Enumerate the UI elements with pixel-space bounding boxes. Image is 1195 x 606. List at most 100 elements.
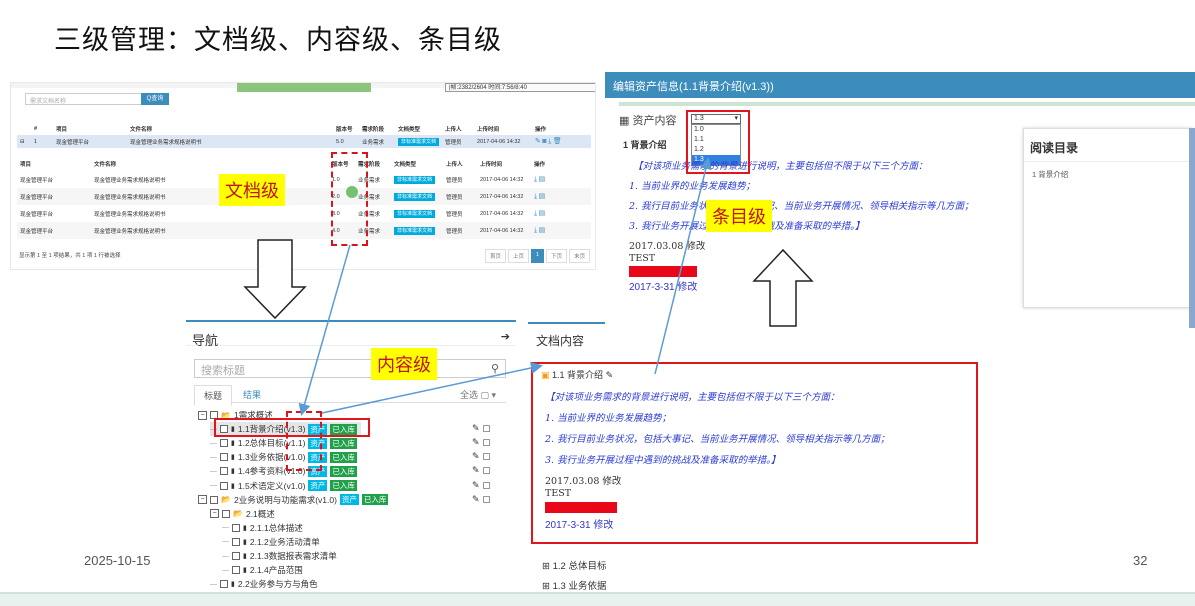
node-checkbox[interactable]	[220, 467, 228, 476]
cell: 5.0	[333, 135, 359, 148]
checkbox-icon[interactable]: ▢	[482, 437, 491, 447]
nav-item-1-2[interactable]: ⊞ 1.2 总体目标	[542, 558, 606, 572]
checkbox-icon[interactable]: ▢	[482, 480, 491, 490]
tree-node[interactable]: — ▮ 1.3业务依据(v1.0) 资产 已入库	[210, 450, 357, 464]
node-checkbox[interactable]	[232, 566, 240, 575]
expand-toggle[interactable]: ⊟	[17, 135, 31, 148]
tree-connector: —	[210, 467, 217, 475]
node-checkbox[interactable]	[220, 453, 228, 462]
download-icon[interactable]: ⤓	[534, 210, 537, 217]
pager-first[interactable]: 首页	[485, 249, 507, 263]
edit-icon[interactable]: ✎	[472, 423, 480, 433]
nav-item-1-3[interactable]: ⊞ 1.3 业务依据	[542, 578, 606, 592]
col-header: 文件名称	[130, 127, 153, 133]
cell: 管理员	[446, 177, 463, 184]
tree-node[interactable]: — ▮ 2.2业务参与方与角色	[210, 577, 318, 591]
checkbox-icon[interactable]: ▢	[482, 494, 491, 504]
expand-icon: ⊞	[542, 581, 550, 592]
select-all-option[interactable]: 全选 ▢ ▾	[460, 388, 496, 401]
edit-icon[interactable]: ✎	[472, 437, 480, 447]
table-row[interactable]: ⊟ 1 现金管理平台 现金管理业务需求规格说明书 5.0 业务需求 非标准需求文…	[17, 135, 591, 148]
cell: 现金管理平台	[20, 177, 54, 184]
node-checkbox[interactable]	[220, 481, 228, 490]
pager-last[interactable]: 末页	[569, 249, 591, 263]
edit-icon[interactable]: ✎	[472, 480, 480, 490]
tree-node[interactable]: — ▮ 1.2总体目标(v1.1) 资产 已入库	[210, 436, 357, 450]
doctype-tag: 非标准需求文档	[394, 210, 436, 218]
cell: 2017-04-06 14:32	[480, 176, 524, 183]
tab-title[interactable]: 标题	[194, 385, 233, 406]
doc-search-input[interactable]: 需求文档名称	[25, 93, 143, 105]
view-icon[interactable]: ▤	[539, 193, 546, 200]
tree-node[interactable]: — ▮ 1.5术语定义(v1.0) 资产 已入库	[210, 479, 357, 493]
document-icon: ▮	[243, 524, 247, 532]
node-checkbox[interactable]	[232, 523, 240, 532]
tab-results[interactable]: 结果	[234, 385, 270, 404]
collapse-toggle-icon[interactable]: −	[198, 410, 207, 420]
col-header: 文件名称	[94, 162, 117, 168]
tree-node[interactable]: — ▮ 2.1.4产品范围	[222, 563, 303, 577]
tree-node[interactable]: − 📂 2.1概述	[210, 507, 275, 521]
collapse-toggle-icon[interactable]: −	[210, 509, 219, 519]
edit-icon[interactable]: ✎	[472, 465, 480, 475]
edit-icon[interactable]: ✎	[472, 494, 480, 504]
tree-node[interactable]: — ▮ 1.4参考资料(v1.0) 资产 已入库	[210, 464, 357, 478]
table-row[interactable]: 现金管理平台 现金管理业务需求规格说明书 3.0 业务需求 非标准需求文档 管理…	[17, 205, 591, 222]
list-icon: ▦	[619, 115, 630, 127]
node-checkbox[interactable]	[220, 580, 228, 589]
tree-connector: —	[210, 439, 217, 447]
query-button[interactable]: Q查询	[141, 93, 169, 105]
view-icon[interactable]: ▤	[539, 176, 546, 183]
row-actions: ⤓ ▤	[531, 188, 591, 205]
view-icon[interactable]: ▤	[539, 210, 546, 217]
view-icon[interactable]: ▤	[539, 227, 546, 234]
view-icon[interactable]: ◙	[542, 138, 546, 145]
tree-node[interactable]: — ▮ 2.1.2业务活动清单	[222, 535, 320, 549]
download-icon[interactable]: ⤓	[548, 138, 551, 145]
row-action-icons: ✎ ▢	[472, 494, 491, 505]
collapse-toggle-icon[interactable]: −	[198, 495, 207, 505]
checkbox-icon[interactable]: ▢	[482, 423, 491, 433]
document-icon: ▮	[243, 538, 247, 546]
pager-next[interactable]: 下页	[546, 249, 568, 263]
checkbox-icon[interactable]: ▢	[482, 451, 491, 461]
cell: 业务需求	[359, 135, 395, 148]
col-header: 需求阶段	[362, 127, 385, 133]
stored-tag: 已入库	[330, 480, 357, 491]
tree-node[interactable]: — ▮ 2.1.3数据报表需求清单	[222, 549, 337, 563]
nav-title: 导航	[192, 333, 219, 348]
node-checkbox[interactable]	[222, 509, 230, 518]
search-icon[interactable]: ⚲	[491, 362, 499, 375]
pager-prev[interactable]: 上页	[508, 249, 530, 263]
pager-page[interactable]: 1	[531, 249, 545, 263]
reading-toc: 阅读目录 1 背景介绍	[1023, 128, 1193, 308]
node-checkbox[interactable]	[220, 439, 228, 448]
doc-content-title: 文档内容	[536, 334, 585, 348]
document-icon: ▮	[231, 482, 235, 490]
node-checkbox[interactable]	[210, 495, 218, 504]
tree-node-label: 2.1概述	[245, 508, 275, 519]
nav-search-input[interactable]: 搜索标题 ⚲	[194, 359, 506, 378]
table-row[interactable]: 现金管理平台 现金管理业务需求规格说明书 4.0 业务需求 非标准需求文档 管理…	[17, 222, 591, 239]
asset-edit-note: 2017.03.08 修改	[629, 241, 706, 252]
edit-icon[interactable]: ✎	[472, 451, 480, 461]
node-checkbox[interactable]	[232, 552, 240, 560]
checkbox-icon[interactable]: ▢	[482, 465, 491, 475]
toc-item[interactable]: 1 背景介绍	[1032, 169, 1068, 180]
scrollbar[interactable]	[1189, 128, 1195, 328]
row-actions: ⤓ ▤	[531, 222, 591, 239]
arrow-right-circle-icon[interactable]: ➔	[501, 330, 510, 343]
edit-icon[interactable]: ✎	[535, 138, 541, 145]
asset-intro: 【对该项业务需求的背景进行说明，主要包括但不限于以下三个方面：	[633, 161, 928, 172]
table-row[interactable]: 现金管理平台 现金管理业务需求规格说明书 1.0 业务需求 非标准需求文档 管理…	[17, 171, 591, 188]
asset-blue-note[interactable]: 2017-3-31 修改	[629, 278, 697, 293]
download-icon[interactable]: ⤓	[534, 176, 537, 183]
delete-icon[interactable]: 🗑	[553, 138, 562, 145]
table-row[interactable]: 现金管理平台 现金管理业务需求规格说明书 2.0 业务需求 非标准需求文档 管理…	[17, 188, 591, 205]
tree-node-label: 2.1.2业务活动清单	[249, 536, 320, 547]
node-checkbox[interactable]	[232, 537, 240, 546]
tree-node[interactable]: − 📂 2业务说明与功能需求(v1.0) 资产 已入库	[198, 493, 389, 507]
tree-node[interactable]: — ▮ 2.1.1总体描述	[222, 521, 303, 535]
download-icon[interactable]: ⤓	[534, 227, 537, 234]
download-icon[interactable]: ⤓	[534, 193, 537, 200]
